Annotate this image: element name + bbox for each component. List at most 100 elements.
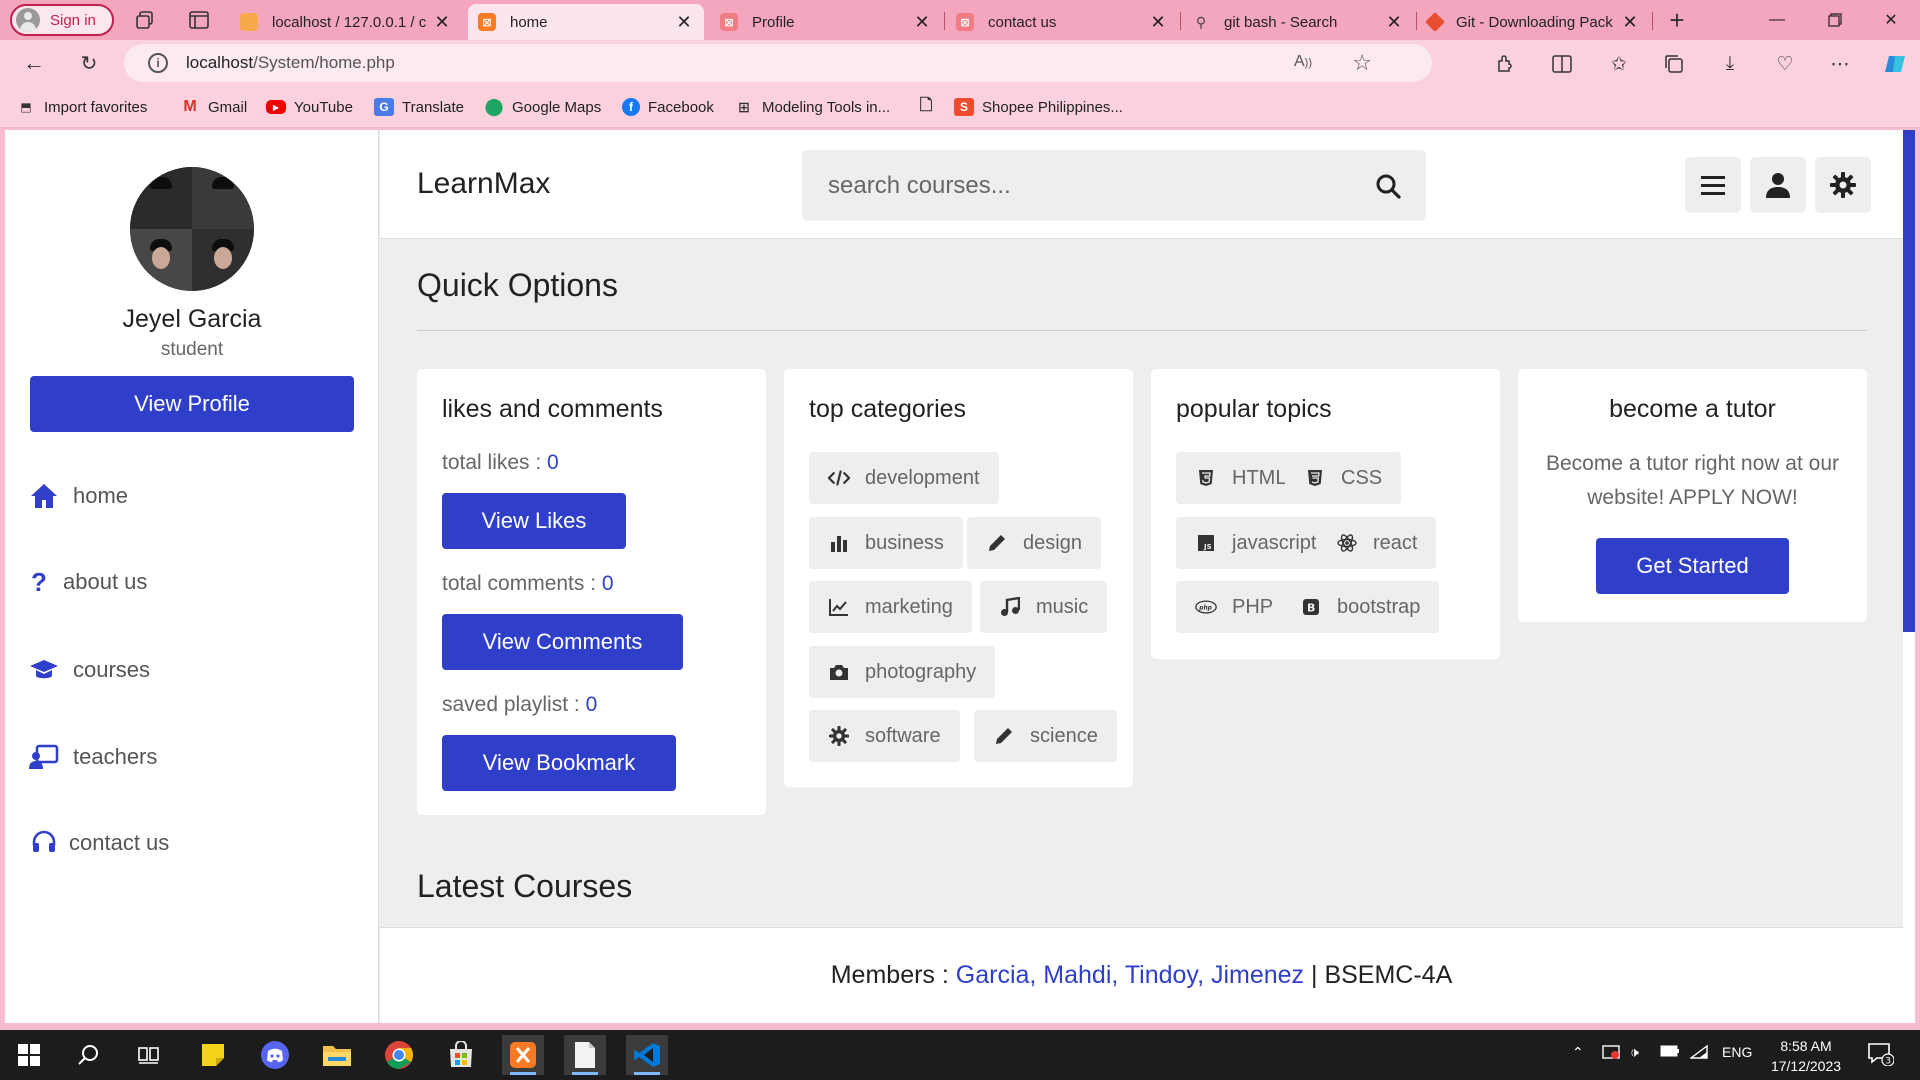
close-icon[interactable]: ✕ (912, 12, 932, 33)
favorite-gmail[interactable]: M Gmail (180, 96, 247, 118)
pen-icon (993, 725, 1015, 747)
category-marketing[interactable]: marketing (809, 581, 972, 633)
tab-contact-us[interactable]: ⊠ contact us ✕ (946, 4, 1178, 40)
user-button[interactable] (1750, 157, 1806, 213)
add-favorite-star-icon[interactable]: ☆ (1352, 50, 1372, 76)
category-science[interactable]: science (974, 710, 1117, 762)
get-started-button[interactable]: Get Started (1596, 538, 1789, 594)
close-icon[interactable]: ✕ (1148, 12, 1168, 33)
topic-react[interactable]: react (1317, 517, 1437, 569)
code-icon (828, 467, 850, 489)
view-comments-button[interactable]: View Comments (442, 614, 683, 670)
tab-git-bash-search[interactable]: ⚲ git bash - Search ✕ (1182, 4, 1414, 40)
battery-icon[interactable] (1660, 1044, 1680, 1060)
search-icon[interactable] (1372, 170, 1404, 202)
favorites-icon[interactable]: ✩ (1606, 52, 1632, 76)
extensions-icon[interactable] (1492, 52, 1518, 76)
new-tab-icon[interactable]: + (1665, 5, 1689, 35)
close-icon[interactable]: ✕ (674, 12, 694, 33)
security-icon[interactable] (1602, 1044, 1620, 1063)
discord-icon[interactable] (254, 1035, 296, 1075)
xampp-icon[interactable] (502, 1035, 544, 1075)
category-business[interactable]: business (809, 517, 963, 569)
site-info-icon[interactable]: i (148, 53, 168, 73)
tab-title: contact us (988, 13, 1057, 31)
tab-phpmyadmin[interactable]: localhost / 127.0.0.1 / c ✕ (230, 4, 462, 40)
window-close-icon[interactable]: ✕ (1862, 0, 1920, 40)
view-likes-button[interactable]: View Likes (442, 493, 626, 549)
sidebar-item-teachers[interactable]: teachers (29, 737, 157, 777)
topic-php[interactable]: php PHP (1176, 581, 1293, 633)
favorite-translate[interactable]: G Translate (374, 96, 464, 118)
browser-essentials-icon[interactable]: ♡ (1772, 52, 1798, 76)
wifi-icon[interactable] (1688, 1044, 1710, 1063)
tab-home[interactable]: ⊠ home ✕ (468, 4, 704, 40)
volume-icon[interactable]: 🕩 (1630, 1044, 1639, 1061)
refresh-icon[interactable]: ↻ (76, 50, 102, 76)
windows-start-icon[interactable] (8, 1035, 50, 1075)
topic-javascript[interactable]: JS javascript (1176, 517, 1336, 569)
more-menu-icon[interactable]: ⋯ (1827, 52, 1853, 76)
search-icon[interactable] (68, 1035, 110, 1075)
facebook-icon: f (622, 98, 640, 116)
favorite-page[interactable]: 🗋 (916, 96, 944, 118)
address-url[interactable]: localhost/System/home.php (186, 53, 395, 73)
restore-icon[interactable] (1806, 0, 1864, 40)
split-screen-icon[interactable] (1549, 52, 1575, 76)
settings-button[interactable] (1815, 157, 1871, 213)
sidebar-item-home[interactable]: home (29, 476, 128, 516)
microsoft-store-icon[interactable] (440, 1035, 482, 1075)
line-chart-icon (828, 596, 850, 618)
vertical-tabs-icon[interactable] (187, 8, 211, 32)
site-logo[interactable]: LearnMax (417, 167, 550, 201)
category-photography[interactable]: photography (809, 646, 996, 698)
sticky-notes-icon[interactable] (192, 1035, 234, 1075)
category-software[interactable]: software (809, 710, 960, 762)
view-bookmark-button[interactable]: View Bookmark (442, 735, 676, 791)
vscode-icon[interactable] (626, 1035, 668, 1075)
sidebar-item-courses[interactable]: courses (29, 650, 150, 690)
favorite-youtube[interactable]: ▶ YouTube (266, 96, 353, 118)
profile-sign-in-button[interactable]: Sign in (10, 4, 114, 36)
input-language[interactable]: ENG (1722, 1044, 1752, 1060)
show-hidden-icons-icon[interactable]: ⌃ (1572, 1044, 1584, 1061)
category-design[interactable]: design (967, 517, 1101, 569)
task-view-icon[interactable] (128, 1035, 170, 1075)
favorite-facebook[interactable]: f Facebook (622, 96, 714, 118)
address-bar[interactable]: i localhost/System/home.php A)) ☆ (124, 44, 1432, 82)
chrome-icon[interactable] (378, 1035, 420, 1075)
back-arrow-icon[interactable]: ← (21, 50, 47, 76)
menu-button[interactable] (1685, 157, 1741, 213)
sidebar-item-about-us[interactable]: ? about us (29, 562, 147, 602)
favorite-modeling-tools[interactable]: ⊞ Modeling Tools in... (734, 96, 890, 118)
category-development[interactable]: development (809, 452, 999, 504)
favorite-google-maps[interactable]: ⬤ Google Maps (484, 96, 601, 118)
close-icon[interactable]: ✕ (1384, 12, 1404, 33)
search-input[interactable] (802, 150, 1362, 221)
close-icon[interactable]: ✕ (432, 12, 452, 33)
scrollbar-thumb[interactable] (1903, 130, 1915, 632)
view-profile-button[interactable]: View Profile (30, 376, 354, 432)
notepad-icon[interactable] (564, 1035, 606, 1075)
topic-bootstrap[interactable]: B bootstrap (1281, 581, 1440, 633)
close-icon[interactable]: ✕ (1620, 12, 1640, 33)
saved-playlist: saved playlist : 0 (442, 693, 597, 717)
file-explorer-icon[interactable] (316, 1035, 358, 1075)
minimize-icon[interactable]: — (1748, 0, 1806, 40)
downloads-icon[interactable]: ⤓ (1717, 52, 1743, 76)
system-clock[interactable]: 8:58 AM 17/12/2023 (1758, 1036, 1854, 1076)
browser-toolbar: ← ↻ i localhost/System/home.php A)) ☆ ✩ … (0, 40, 1920, 86)
tab-profile[interactable]: ⊠ Profile ✕ (710, 4, 942, 40)
favorite-import[interactable]: ⬒ Import favorites (16, 96, 147, 118)
workspaces-icon[interactable] (133, 8, 157, 32)
read-aloud-icon[interactable]: A)) (1294, 53, 1312, 71)
tab-git-download[interactable]: Git - Downloading Pack ✕ (1418, 4, 1650, 40)
favorite-shopee[interactable]: S Shopee Philippines... (954, 96, 1123, 118)
topic-css[interactable]: CSS (1285, 452, 1402, 504)
copilot-icon[interactable] (1882, 52, 1908, 76)
sidebar-item-contact-us[interactable]: contact us (29, 823, 169, 863)
page-scrollbar[interactable] (1903, 130, 1915, 1023)
collections-icon[interactable] (1661, 52, 1687, 76)
notifications-icon[interactable]: 3 (1868, 1042, 1895, 1069)
category-music[interactable]: music (980, 581, 1108, 633)
